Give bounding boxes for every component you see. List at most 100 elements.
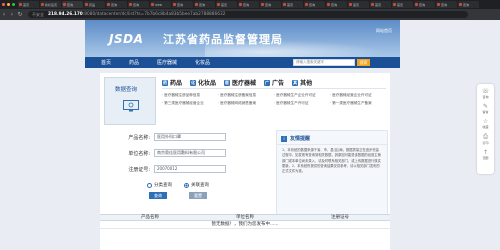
tab-label: 首页 — [221, 2, 228, 7]
tab-favicon-icon — [327, 3, 330, 6]
nav-item-home[interactable]: 首页 — [101, 59, 111, 66]
site-logo[interactable]: JSDA — [109, 32, 145, 46]
data-query-label: 数据查询 — [115, 87, 138, 93]
floating-tool-label: 咨询 — [482, 95, 489, 99]
nav-item-devices[interactable]: 医疗器械 — [157, 59, 177, 66]
browser-tab[interactable]: 首页 — [348, 1, 369, 8]
back-icon[interactable]: ‹ — [0, 11, 8, 18]
browser-tab[interactable]: 药品 — [84, 1, 105, 8]
browser-tab[interactable]: 查询 — [172, 1, 193, 8]
registration-no-label: 注册证号: — [128, 166, 150, 173]
category-link[interactable]: 医疗器械经营企业许可证 — [330, 93, 386, 98]
category-link[interactable]: 医疗器械生产企业许可证 — [274, 93, 330, 98]
browser-tab[interactable]: WEB — [150, 1, 171, 8]
floating-tool[interactable]: ✎ 留言 — [482, 103, 488, 114]
category-tab-label: 药品 — [170, 80, 183, 87]
browser-tab[interactable]: 首页 — [18, 1, 39, 8]
tab-label: 查询 — [111, 2, 118, 7]
browser-tab[interactable]: 查询 — [304, 1, 325, 8]
home-link[interactable]: 网站首页 — [376, 28, 392, 34]
tab-label: 首页 — [397, 2, 404, 7]
browser-tab[interactable]: 首页 — [216, 1, 237, 8]
tab-label: 查询 — [177, 2, 184, 7]
browser-tab[interactable]: 查询 — [260, 1, 281, 8]
category-tab[interactable]: 化化妆品 — [190, 78, 216, 87]
company-name-input[interactable]: 南京奥佳医用敷料有限公司 — [154, 149, 226, 157]
category-tab-label: 化妆品 — [198, 80, 217, 87]
category-links: 医疗器械注册品种信息医疗器械注册备案信息医疗器械生产企业许可证医疗器械经营企业许… — [162, 93, 386, 106]
category-tab[interactable]: 其其他 — [292, 78, 312, 87]
tab-label: 药品 — [89, 2, 96, 7]
floating-toolbar: ☏ 咨询 ✎ 留言 ☆ 收藏 ⎙ 打印 ↑ 顶部 — [477, 84, 494, 174]
company-name-label: 单位名称: — [128, 150, 150, 157]
browser-tab[interactable]: 查询 — [414, 1, 435, 8]
tab-favicon-icon — [437, 3, 440, 6]
tab-favicon-icon — [393, 3, 396, 6]
category-link[interactable]: 医疗器械注册备案信息 — [218, 93, 274, 98]
category-tab[interactable]: 医医疗器械 — [224, 78, 256, 87]
site-search-input[interactable]: 请输入搜索关键字 — [293, 59, 355, 66]
forward-icon[interactable]: › — [8, 11, 16, 18]
radio-related-query[interactable]: 关联查询 — [184, 182, 209, 188]
close-window-icon[interactable] — [2, 3, 5, 6]
registration-no-input[interactable]: 20070012 — [154, 165, 226, 173]
radio-category-query[interactable]: 分类查询 — [147, 182, 172, 188]
browser-tab[interactable]: 查询 — [128, 1, 149, 8]
floating-tool-icon: ☏ — [481, 88, 490, 95]
nav-item-cosmetics[interactable]: 化妆品 — [195, 59, 210, 66]
results-empty-message: 暂无数据！，我们为您发布中...... — [100, 221, 390, 229]
category-link[interactable]: 医疗器械网络销售备案 — [218, 101, 274, 106]
tab-favicon-icon — [19, 3, 22, 6]
minimize-window-icon[interactable] — [7, 3, 10, 6]
tab-label: 查询 — [331, 2, 338, 7]
info-icon: i — [281, 135, 287, 142]
browser-tab[interactable]: 新标签页 — [40, 1, 61, 8]
tab-label: 查询 — [199, 2, 206, 7]
nav-item-drugs[interactable]: 药品 — [129, 59, 139, 66]
category-tab[interactable]: 广广告 — [264, 78, 284, 87]
site-search-button[interactable]: 搜索 — [357, 59, 370, 66]
tab-label: 查询 — [133, 2, 140, 7]
maximize-window-icon[interactable] — [12, 3, 15, 6]
browser-tab[interactable]: 查询 — [194, 1, 215, 8]
category-tab[interactable]: 药药品 — [162, 78, 182, 87]
floating-tool[interactable]: ☆ 收藏 — [482, 118, 488, 129]
tab-label: 查询 — [463, 2, 470, 7]
floating-tool-label: 收藏 — [482, 125, 489, 129]
reset-button[interactable]: 重置 — [189, 192, 207, 199]
browser-tab[interactable]: 首页 — [392, 1, 413, 8]
url-path: :8080/datacenter/dc/list?ts=7b7b6c8b4a83… — [82, 12, 226, 17]
browser-tab-strip: 首页 新标签页 查询 药品 查询 查询 WEB 查询 查询 首页 查询 查询 首页 查询 查询 首页 首页 首页 查… — [0, 0, 500, 9]
tab-favicon-icon — [415, 3, 418, 6]
category-link[interactable]: 第三类医疗器械经营企业 — [162, 101, 218, 106]
floating-tool[interactable]: ↑ 顶部 — [482, 149, 488, 160]
browser-tab[interactable]: 首页 — [370, 1, 391, 8]
product-name-input[interactable]: 医用外科口罩 — [154, 133, 226, 141]
tab-favicon-icon — [305, 3, 308, 6]
url-host: 218.94.26.170 — [48, 12, 83, 17]
category-link[interactable]: 医疗器械生产许可证 — [274, 101, 330, 106]
browser-tab[interactable]: 查询 — [62, 1, 83, 8]
floating-tool[interactable]: ☏ 咨询 — [482, 88, 490, 99]
tab-label: 首页 — [23, 2, 30, 7]
browser-tab[interactable]: 查询 — [436, 1, 457, 8]
tab-label: 查询 — [67, 2, 74, 7]
tab-label: 首页 — [287, 2, 294, 7]
browser-tab[interactable]: 查询 — [106, 1, 127, 8]
browser-tab[interactable]: 查询 — [326, 1, 347, 8]
radio-category-label: 分类查询 — [154, 183, 172, 188]
category-link[interactable]: 医疗器械注册品种信息 — [162, 93, 218, 98]
reload-icon[interactable]: ↻ — [16, 11, 24, 18]
browser-tab[interactable]: 查询 — [238, 1, 259, 8]
tab-favicon-icon — [129, 3, 132, 6]
company-name-row: 单位名称: 南京奥佳医用敷料有限公司 — [104, 148, 226, 158]
results-table: 产品名称 单位名称 注册证号 暂无数据！，我们为您发布中...... — [100, 214, 390, 229]
tab-favicon-icon — [173, 3, 176, 6]
tab-label: 查询 — [243, 2, 250, 7]
url-input[interactable]: 不安全 218.94.26.170:8080/datacenter/dc/lis… — [28, 11, 468, 18]
query-button[interactable]: 查询 — [149, 192, 167, 199]
browser-tab[interactable]: 首页 — [282, 1, 303, 8]
browser-tab[interactable]: 查询 — [458, 1, 479, 8]
floating-tool[interactable]: ⎙ 打印 — [482, 133, 488, 145]
category-link[interactable]: 第一类医疗器械生产备案 — [330, 101, 386, 106]
